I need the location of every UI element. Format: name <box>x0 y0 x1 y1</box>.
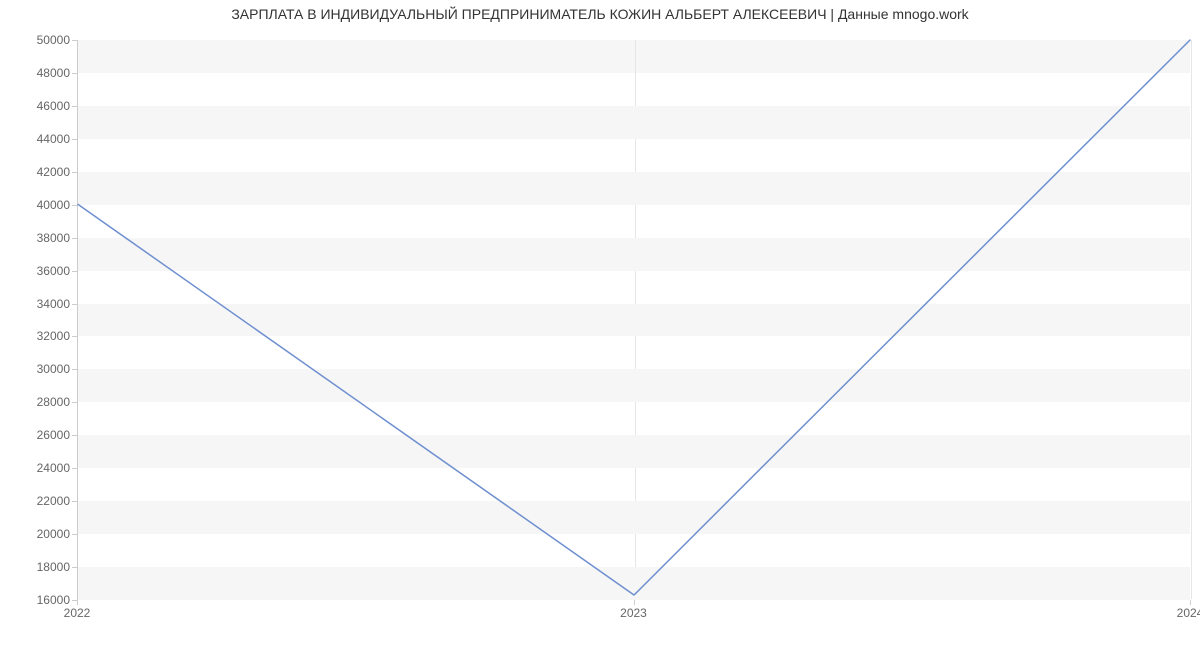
y-tick-mark <box>72 567 77 568</box>
y-tick-label: 32000 <box>10 329 70 343</box>
y-tick-mark <box>72 40 77 41</box>
plot-area <box>77 40 1190 600</box>
y-tick-label: 48000 <box>10 66 70 80</box>
y-tick-mark <box>72 468 77 469</box>
y-tick-label: 38000 <box>10 231 70 245</box>
y-tick-mark <box>72 501 77 502</box>
chart-container: ЗАРПЛАТА В ИНДИВИДУАЛЬНЫЙ ПРЕДПРИНИМАТЕЛ… <box>0 0 1200 650</box>
y-tick-mark <box>72 435 77 436</box>
y-tick-label: 16000 <box>10 593 70 607</box>
y-tick-mark <box>72 238 77 239</box>
y-tick-mark <box>72 139 77 140</box>
y-tick-mark <box>72 73 77 74</box>
y-tick-label: 40000 <box>10 198 70 212</box>
y-tick-label: 26000 <box>10 428 70 442</box>
x-tick-mark <box>1190 600 1191 605</box>
y-tick-label: 36000 <box>10 264 70 278</box>
y-tick-label: 20000 <box>10 527 70 541</box>
y-tick-label: 18000 <box>10 560 70 574</box>
y-tick-label: 42000 <box>10 165 70 179</box>
y-tick-mark <box>72 172 77 173</box>
y-tick-label: 30000 <box>10 362 70 376</box>
y-tick-mark <box>72 402 77 403</box>
y-tick-label: 24000 <box>10 461 70 475</box>
y-tick-label: 46000 <box>10 99 70 113</box>
y-tick-mark <box>72 304 77 305</box>
x-tick-mark <box>77 600 78 605</box>
x-tick-label: 2022 <box>64 606 91 620</box>
line-series <box>78 40 1190 599</box>
y-tick-mark <box>72 271 77 272</box>
y-tick-label: 34000 <box>10 297 70 311</box>
y-tick-mark <box>72 336 77 337</box>
y-tick-mark <box>72 106 77 107</box>
y-tick-label: 22000 <box>10 494 70 508</box>
y-tick-label: 28000 <box>10 395 70 409</box>
y-tick-mark <box>72 369 77 370</box>
y-tick-label: 50000 <box>10 33 70 47</box>
y-tick-label: 44000 <box>10 132 70 146</box>
y-tick-mark <box>72 534 77 535</box>
x-tick-label: 2023 <box>620 606 647 620</box>
x-tick-mark <box>634 600 635 605</box>
y-tick-mark <box>72 205 77 206</box>
chart-title: ЗАРПЛАТА В ИНДИВИДУАЛЬНЫЙ ПРЕДПРИНИМАТЕЛ… <box>0 6 1200 22</box>
x-tick-label: 2024 <box>1177 606 1200 620</box>
x-gridline <box>1191 40 1192 599</box>
